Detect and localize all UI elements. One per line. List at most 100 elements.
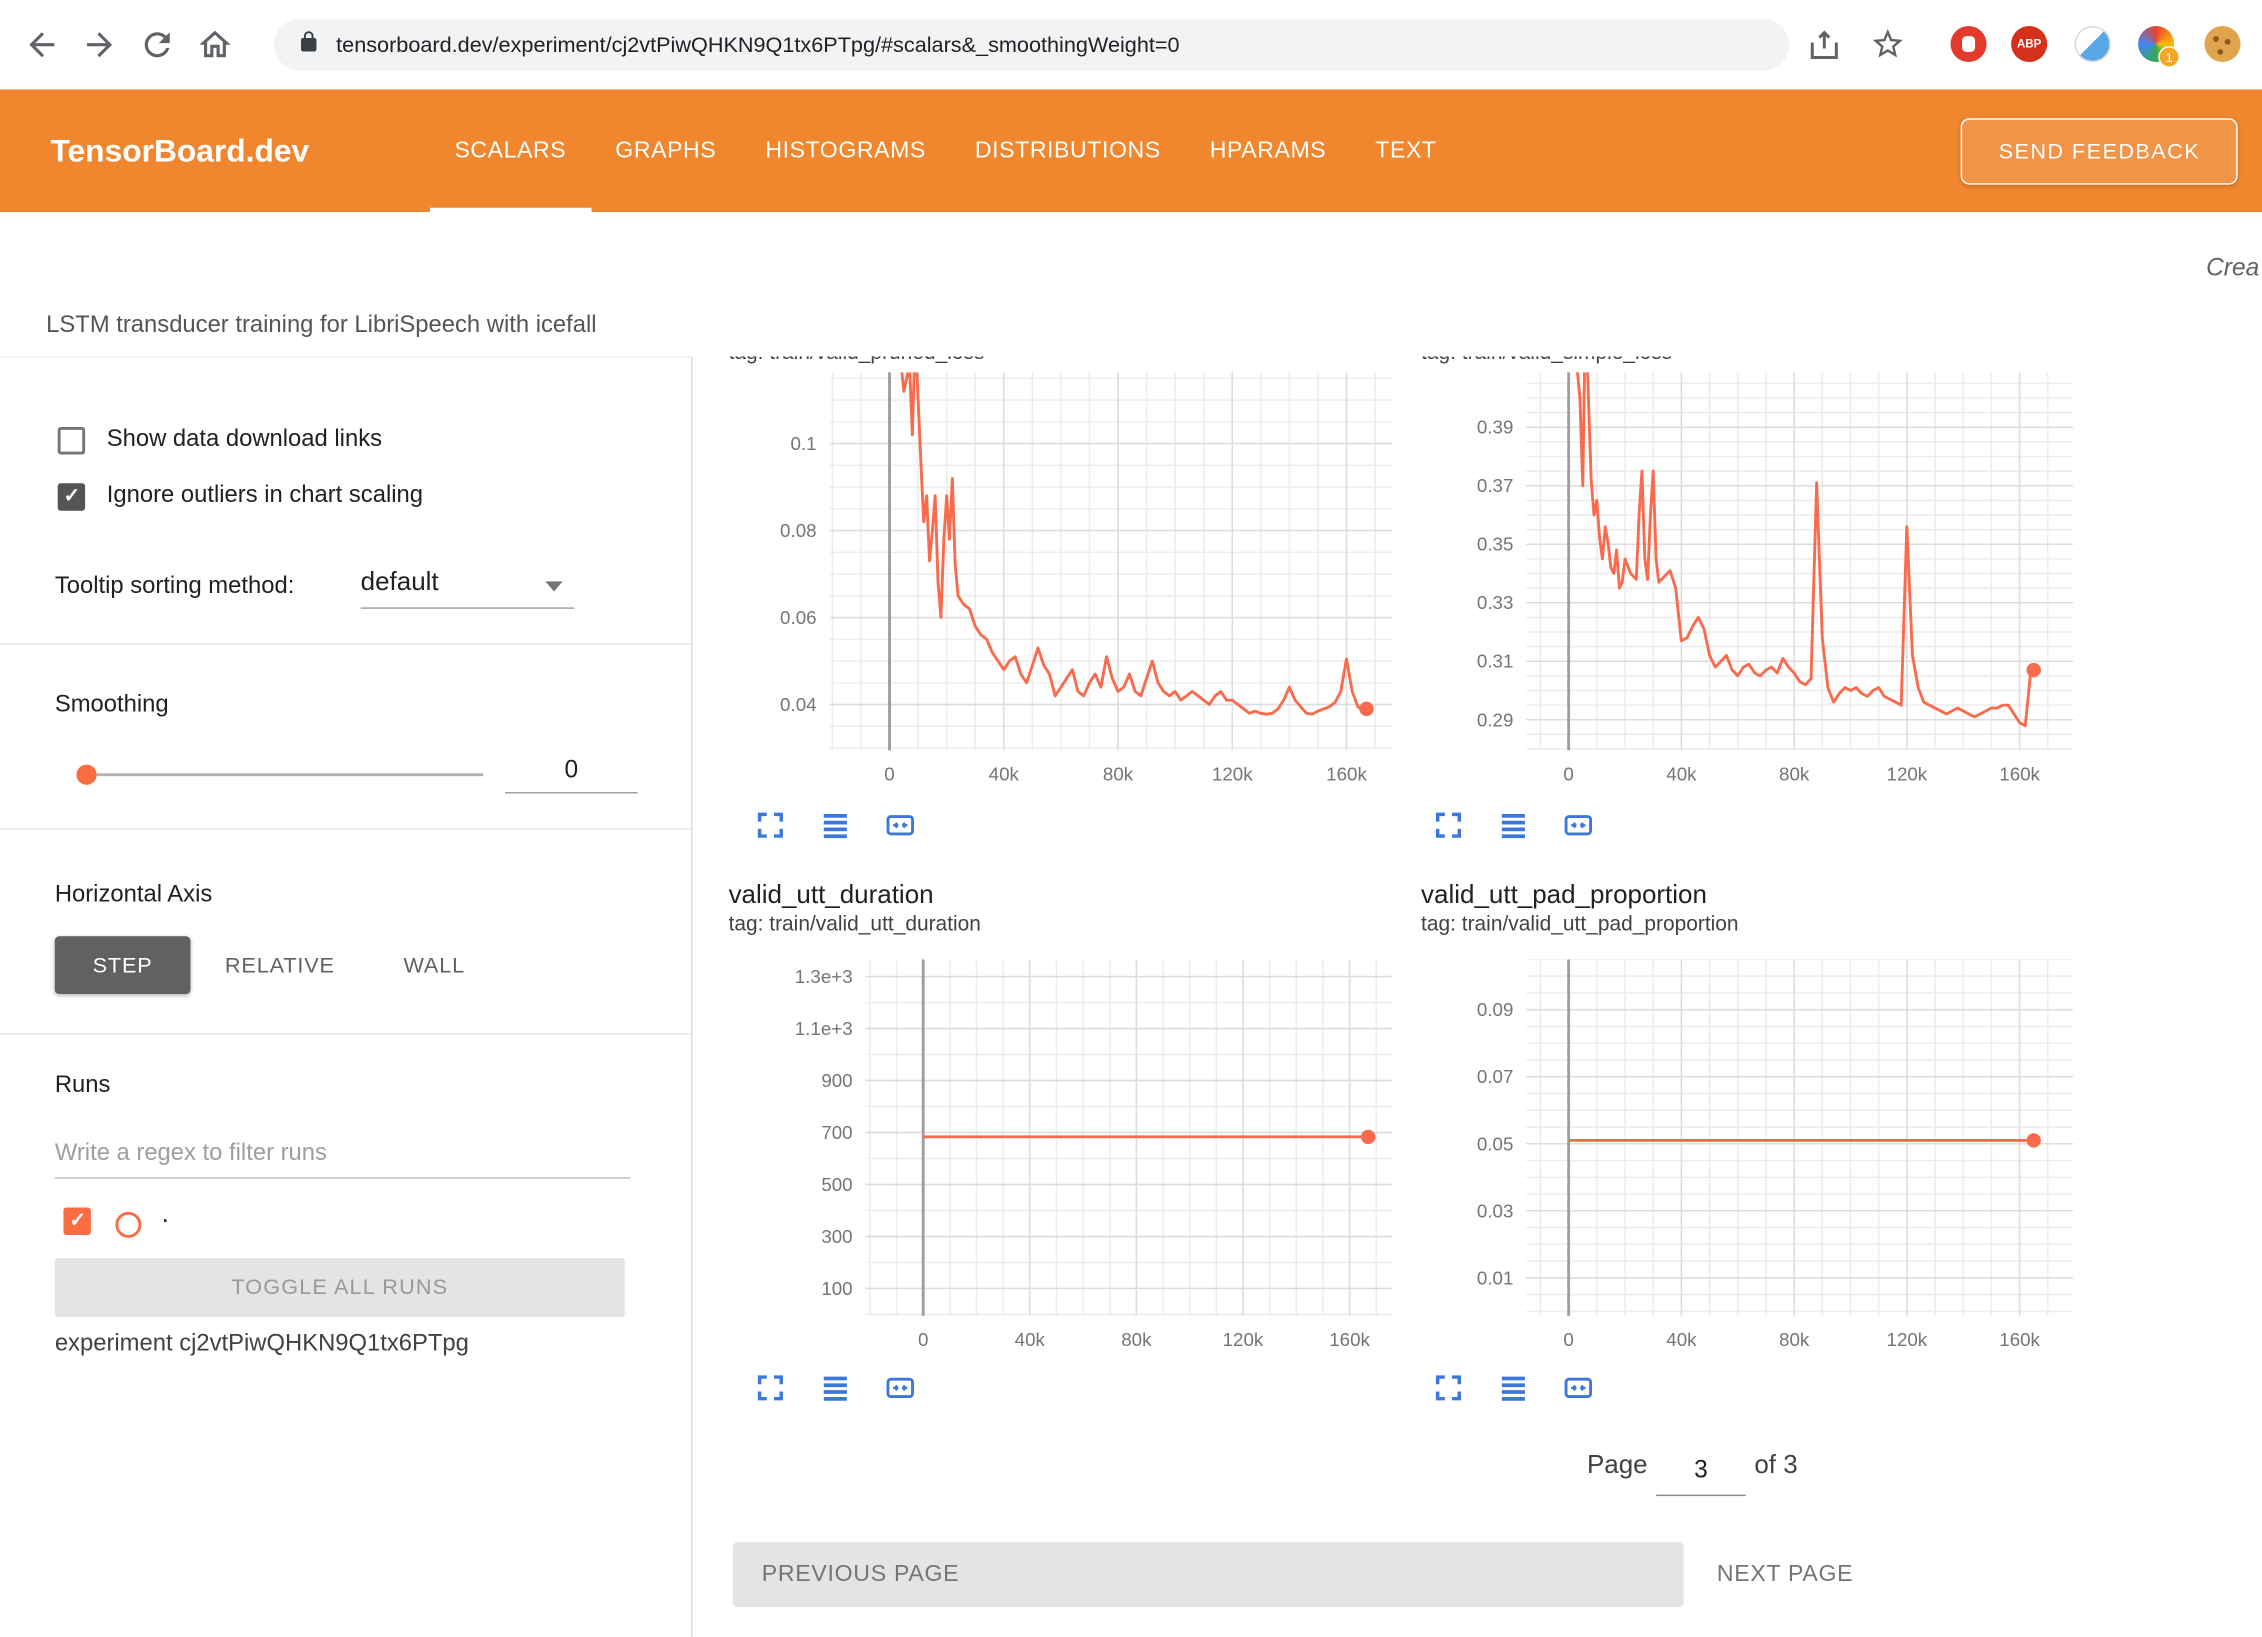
extension-adblock-icon[interactable] bbox=[1951, 26, 1987, 62]
run-checkbox[interactable] bbox=[63, 1208, 90, 1235]
extension-blue-icon[interactable] bbox=[2075, 26, 2111, 62]
divider bbox=[0, 643, 691, 644]
smoothing-slider-thumb[interactable] bbox=[76, 765, 96, 785]
chart-toolbar bbox=[753, 808, 917, 843]
brand-logo[interactable]: TensorBoard.dev bbox=[50, 89, 309, 212]
truncated-created-text: Crea bbox=[2206, 254, 2259, 283]
svg-text:120k: 120k bbox=[1887, 764, 1928, 785]
svg-text:120k: 120k bbox=[1223, 1329, 1264, 1350]
expand-chart-icon[interactable] bbox=[753, 1371, 788, 1406]
run-name: . bbox=[162, 1199, 169, 1229]
share-icon[interactable] bbox=[1806, 26, 1844, 64]
svg-text:500: 500 bbox=[821, 1174, 852, 1195]
tab-text[interactable]: TEXT bbox=[1351, 89, 1461, 212]
runs-label: Runs bbox=[55, 1072, 111, 1099]
tab-hparams[interactable]: HPARAMS bbox=[1185, 89, 1351, 212]
svg-text:1.3e+3: 1.3e+3 bbox=[795, 966, 853, 987]
extension-cookie-icon[interactable] bbox=[2204, 26, 2240, 62]
data-series-icon[interactable] bbox=[1496, 808, 1531, 843]
runs-filter-input[interactable] bbox=[55, 1128, 631, 1178]
chart-valid-utt-pad-proportion-canvas[interactable]: 040k80k120k160k0.010.030.050.070.09 bbox=[1421, 959, 2073, 1370]
axis-relative-button[interactable]: RELATIVE bbox=[211, 936, 349, 994]
svg-text:0: 0 bbox=[918, 1329, 928, 1350]
svg-text:900: 900 bbox=[821, 1070, 852, 1091]
divider bbox=[0, 828, 691, 829]
data-series-icon[interactable] bbox=[818, 808, 853, 843]
svg-text:0: 0 bbox=[1563, 1329, 1573, 1350]
send-feedback-button[interactable]: SEND FEEDBACK bbox=[1961, 118, 2238, 184]
profile-avatar-icon[interactable]: 1 bbox=[2138, 26, 2174, 62]
smoothing-slider-track[interactable] bbox=[97, 773, 484, 776]
expand-chart-icon[interactable] bbox=[1431, 808, 1466, 843]
ignore-outliers-label: Ignore outliers in chart scaling bbox=[107, 482, 423, 509]
experiment-description: LSTM transducer training for LibriSpeech… bbox=[46, 312, 596, 339]
forward-icon[interactable] bbox=[81, 26, 119, 64]
nav-tabs: SCALARS GRAPHS HISTOGRAMS DISTRIBUTIONS … bbox=[430, 89, 1461, 212]
tooltip-sorting-dropdown[interactable]: default bbox=[361, 567, 439, 597]
show-download-links-checkbox[interactable] bbox=[58, 427, 85, 454]
svg-text:0.04: 0.04 bbox=[780, 694, 817, 715]
svg-text:0.39: 0.39 bbox=[1477, 417, 1514, 438]
address-bar[interactable]: tensorboard.dev/experiment/cj2vtPiwQHKN9… bbox=[274, 19, 1789, 71]
svg-text:40k: 40k bbox=[989, 764, 1020, 785]
fit-domain-icon[interactable] bbox=[883, 808, 918, 843]
chart-valid-utt-duration-canvas[interactable]: 040k80k120k160k1003005007009001.1e+31.3e… bbox=[750, 959, 1392, 1370]
extension-abp-icon[interactable]: ABP bbox=[2011, 26, 2047, 62]
clipped-chart-tag: tag: train/valid_pruned_loss bbox=[729, 356, 1205, 369]
axis-wall-button[interactable]: WALL bbox=[384, 936, 485, 994]
axis-step-button[interactable]: STEP bbox=[55, 936, 191, 994]
svg-text:0.08: 0.08 bbox=[780, 520, 817, 541]
bookmark-star-icon[interactable] bbox=[1870, 26, 1908, 64]
svg-text:0.29: 0.29 bbox=[1477, 709, 1514, 730]
fit-domain-icon[interactable] bbox=[1561, 1371, 1596, 1406]
svg-text:0: 0 bbox=[1563, 764, 1573, 785]
notification-badge: 1 bbox=[2158, 46, 2180, 68]
expand-chart-icon[interactable] bbox=[753, 808, 788, 843]
tab-graphs[interactable]: GRAPHS bbox=[591, 89, 741, 212]
chart-valid-pruned-loss-canvas[interactable]: 040k80k120k160k0.040.060.080.1 bbox=[721, 372, 1392, 803]
run-color-indicator bbox=[115, 1212, 141, 1238]
tensorboard-page: tensorboard.dev/experiment/cj2vtPiwQHKN9… bbox=[0, 0, 2262, 1636]
svg-text:120k: 120k bbox=[1887, 1329, 1928, 1350]
chart-toolbar bbox=[1431, 808, 1595, 843]
back-icon[interactable] bbox=[23, 26, 61, 64]
smoothing-label: Smoothing bbox=[55, 691, 169, 718]
svg-text:0.01: 0.01 bbox=[1477, 1267, 1514, 1288]
svg-text:80k: 80k bbox=[1103, 764, 1134, 785]
next-page-button[interactable]: NEXT PAGE bbox=[1717, 1542, 1853, 1607]
chart-valid-simple-loss-canvas[interactable]: 040k80k120k160k0.290.310.330.350.370.39 bbox=[1421, 372, 2073, 803]
data-series-icon[interactable] bbox=[818, 1371, 853, 1406]
svg-text:160k: 160k bbox=[1326, 764, 1367, 785]
previous-page-button[interactable]: PREVIOUS PAGE bbox=[733, 1542, 1684, 1607]
svg-text:100: 100 bbox=[821, 1278, 852, 1299]
page-number-input[interactable] bbox=[1656, 1446, 1745, 1496]
ignore-outliers-checkbox[interactable] bbox=[58, 483, 85, 510]
tab-scalars[interactable]: SCALARS bbox=[430, 89, 591, 212]
lock-icon bbox=[297, 30, 320, 60]
svg-text:0.03: 0.03 bbox=[1477, 1200, 1514, 1221]
experiment-id-label: experiment cj2vtPiwQHKN9Q1tx6PTpg bbox=[55, 1330, 469, 1357]
smoothing-value-input[interactable] bbox=[505, 749, 638, 794]
reload-icon[interactable] bbox=[138, 26, 176, 64]
fit-domain-icon[interactable] bbox=[883, 1371, 918, 1406]
svg-text:160k: 160k bbox=[1999, 764, 2040, 785]
chevron-down-icon[interactable] bbox=[545, 581, 562, 591]
divider bbox=[0, 1033, 691, 1034]
fit-domain-icon[interactable] bbox=[1561, 808, 1596, 843]
horizontal-axis-label: Horizontal Axis bbox=[55, 881, 212, 908]
chart-title: valid_utt_duration bbox=[729, 880, 934, 910]
home-icon[interactable] bbox=[196, 26, 234, 64]
tab-distributions[interactable]: DISTRIBUTIONS bbox=[950, 89, 1185, 212]
tab-histograms[interactable]: HISTOGRAMS bbox=[741, 89, 951, 212]
toggle-all-runs-button[interactable]: TOGGLE ALL RUNS bbox=[55, 1258, 625, 1317]
svg-text:0.05: 0.05 bbox=[1477, 1133, 1514, 1154]
svg-text:40k: 40k bbox=[1666, 764, 1697, 785]
svg-text:0.1: 0.1 bbox=[790, 433, 816, 454]
data-series-icon[interactable] bbox=[1496, 1371, 1531, 1406]
svg-text:40k: 40k bbox=[1666, 1329, 1697, 1350]
svg-text:0.07: 0.07 bbox=[1477, 1066, 1514, 1087]
svg-text:0.33: 0.33 bbox=[1477, 592, 1514, 613]
expand-chart-icon[interactable] bbox=[1431, 1371, 1466, 1406]
chart-title: valid_utt_pad_proportion bbox=[1421, 880, 1707, 910]
chart-toolbar bbox=[753, 1371, 917, 1406]
